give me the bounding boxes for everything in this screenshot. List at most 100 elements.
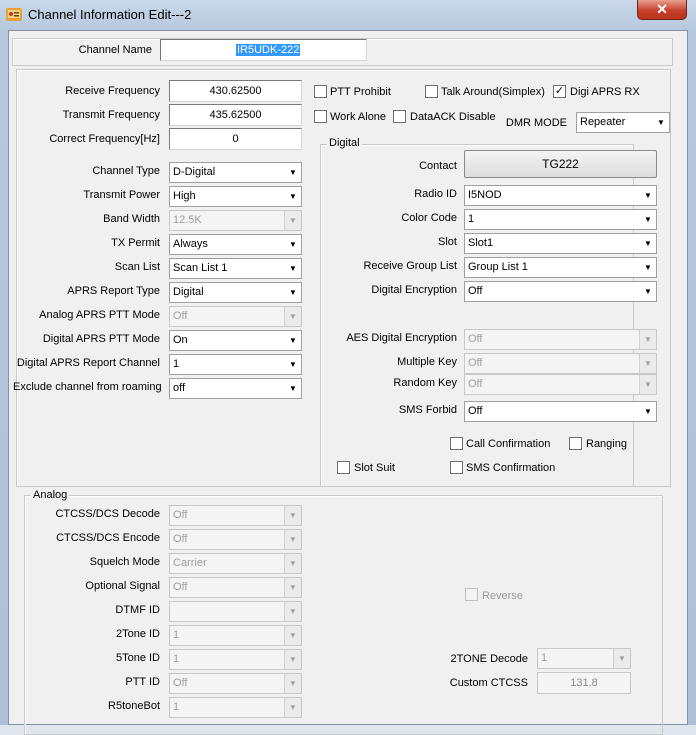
- tx-permit-value: Always: [173, 238, 208, 250]
- random-key-select[interactable]: Off ▼: [464, 374, 657, 395]
- channel-type-select[interactable]: D-Digital ▼: [169, 162, 302, 183]
- title-bar[interactable]: Channel Information Edit---2 ✕: [0, 0, 696, 30]
- rx-group-select[interactable]: Group List 1 ▼: [464, 257, 657, 278]
- band-width-label: Band Width: [103, 213, 160, 225]
- rx-group-value: Group List 1: [468, 261, 528, 273]
- ranging-checkbox[interactable]: [569, 437, 582, 450]
- channel-name-label: Channel Name: [78, 44, 152, 56]
- scan-list-value: Scan List 1: [173, 262, 228, 274]
- aes-select[interactable]: Off ▼: [464, 329, 657, 350]
- chevron-down-icon: ▼: [639, 375, 656, 394]
- radio-id-select[interactable]: I5NOD ▼: [464, 185, 657, 206]
- aprs-report-type-value: Digital: [173, 286, 204, 298]
- contact-button[interactable]: TG222: [464, 150, 657, 178]
- aprs-report-type-label: APRS Report Type: [67, 285, 160, 297]
- optional-signal-label: Optional Signal: [85, 580, 160, 592]
- analog-aprs-ptt-mode-value: Off: [173, 310, 188, 322]
- slot-value: Slot1: [468, 237, 494, 249]
- optional-signal-select[interactable]: Off ▼: [169, 577, 302, 598]
- work-alone-checkbox[interactable]: [314, 110, 327, 123]
- dmr-mode-label: DMR MODE: [505, 117, 567, 129]
- reverse-checkbox[interactable]: [465, 588, 478, 601]
- ptt-prohibit-checkbox[interactable]: [314, 85, 327, 98]
- exclude-channel-from-roaming-value: off: [173, 382, 186, 394]
- squelch-mode-label: Squelch Mode: [89, 556, 160, 568]
- color-code-select[interactable]: 1 ▼: [464, 209, 657, 230]
- talk-around-checkbox[interactable]: [425, 85, 438, 98]
- 5tone-id-select[interactable]: 1 ▼: [169, 649, 302, 670]
- exclude-channel-from-roaming-select[interactable]: off ▼: [169, 378, 302, 399]
- chevron-down-icon: ▼: [284, 626, 301, 645]
- dialog-client: Channel Name IR5UDK-222 Receive Frequenc…: [8, 30, 688, 735]
- window-title: Channel Information Edit---2: [28, 7, 192, 22]
- receive-frequency-label: Receive Frequency: [65, 85, 160, 97]
- close-button[interactable]: ✕: [637, 0, 687, 20]
- tx-permit-select[interactable]: Always ▼: [169, 234, 302, 255]
- slot-label: Slot: [438, 236, 457, 248]
- receive-frequency-input[interactable]: 430.62500: [169, 80, 302, 102]
- digital-aprs-ptt-mode-select[interactable]: On ▼: [169, 330, 302, 351]
- channel-name-input[interactable]: IR5UDK-222: [160, 39, 367, 61]
- chevron-down-icon: ▼: [640, 234, 656, 253]
- chevron-down-icon: ▼: [284, 211, 301, 230]
- scan-list-select[interactable]: Scan List 1 ▼: [169, 258, 302, 279]
- chevron-down-icon: ▼: [285, 283, 301, 302]
- encryption-label: Digital Encryption: [371, 284, 457, 296]
- encryption-value: Off: [468, 285, 483, 297]
- ctcss-dcs-encode-value: Off: [173, 533, 188, 545]
- multiple-key-label: Multiple Key: [397, 356, 457, 368]
- custom-ctcss-input[interactable]: 131.8: [537, 672, 631, 694]
- dialog-window: Channel Information Edit---2 ✕ Channel N…: [0, 0, 696, 735]
- sms-forbid-label: SMS Forbid: [398, 404, 457, 416]
- chevron-down-icon: ▼: [284, 698, 301, 717]
- chevron-down-icon: ▼: [284, 530, 301, 549]
- transmit-frequency-input[interactable]: 435.62500: [169, 104, 302, 126]
- chevron-down-icon: ▼: [284, 602, 301, 621]
- ptt-id-label: PTT ID: [125, 676, 160, 688]
- slot-suit-checkbox[interactable]: [337, 461, 350, 474]
- call-confirmation-label: Call Confirmation: [466, 438, 551, 450]
- digital-aprs-report-channel-select[interactable]: 1 ▼: [169, 354, 302, 375]
- aes-value: Off: [468, 333, 483, 345]
- ctcss-dcs-decode-select[interactable]: Off ▼: [169, 505, 302, 526]
- chevron-down-icon: ▼: [640, 210, 656, 229]
- 2tone-id-select[interactable]: 1 ▼: [169, 625, 302, 646]
- transmit-power-value: High: [173, 190, 196, 202]
- correct-frequency-input[interactable]: 0: [169, 128, 302, 150]
- dtmf-id-label: DTMF ID: [115, 604, 160, 616]
- band-width-value: 12.5K: [173, 214, 202, 226]
- 5tone-id-label: 5Tone ID: [115, 652, 160, 664]
- dtmf-id-select[interactable]: ▼: [169, 601, 302, 622]
- ptt-id-select[interactable]: Off ▼: [169, 673, 302, 694]
- dmr-mode-select[interactable]: Repeater ▼: [576, 112, 670, 133]
- dataack-disable-label: DataACK Disable: [410, 111, 496, 123]
- ctcss-dcs-encode-select[interactable]: Off ▼: [169, 529, 302, 550]
- two-tone-decode-select[interactable]: 1 ▼: [537, 648, 631, 669]
- chevron-down-icon: ▼: [613, 649, 630, 668]
- radio-id-value: I5NOD: [468, 189, 502, 201]
- sms-confirmation-checkbox[interactable]: [450, 461, 463, 474]
- sms-forbid-select[interactable]: Off ▼: [464, 401, 657, 422]
- app-icon: [6, 8, 22, 21]
- aprs-report-type-select[interactable]: Digital ▼: [169, 282, 302, 303]
- ranging-label: Ranging: [586, 438, 627, 450]
- dataack-disable-checkbox[interactable]: [393, 110, 406, 123]
- work-alone-label: Work Alone: [330, 111, 387, 123]
- band-width-select[interactable]: 12.5K ▼: [169, 210, 302, 231]
- squelch-mode-select[interactable]: Carrier ▼: [169, 553, 302, 574]
- chevron-down-icon: ▼: [285, 163, 301, 182]
- talk-around-label: Talk Around(Simplex): [441, 86, 545, 98]
- call-confirmation-checkbox[interactable]: [450, 437, 463, 450]
- transmit-power-select[interactable]: High ▼: [169, 186, 302, 207]
- multiple-key-select[interactable]: Off ▼: [464, 353, 657, 374]
- random-key-label: Random Key: [393, 377, 457, 389]
- chevron-down-icon: ▼: [653, 113, 669, 132]
- r5tonebot-select[interactable]: 1 ▼: [169, 697, 302, 718]
- slot-select[interactable]: Slot1 ▼: [464, 233, 657, 254]
- encryption-select[interactable]: Off ▼: [464, 281, 657, 302]
- digital-aprs-report-channel-value: 1: [173, 358, 180, 370]
- tx-permit-label: TX Permit: [111, 237, 160, 249]
- ptt-prohibit-label: PTT Prohibit: [330, 86, 391, 98]
- analog-aprs-ptt-mode-select[interactable]: Off ▼: [169, 306, 302, 327]
- digi-aprs-rx-checkbox[interactable]: ✓: [553, 85, 566, 98]
